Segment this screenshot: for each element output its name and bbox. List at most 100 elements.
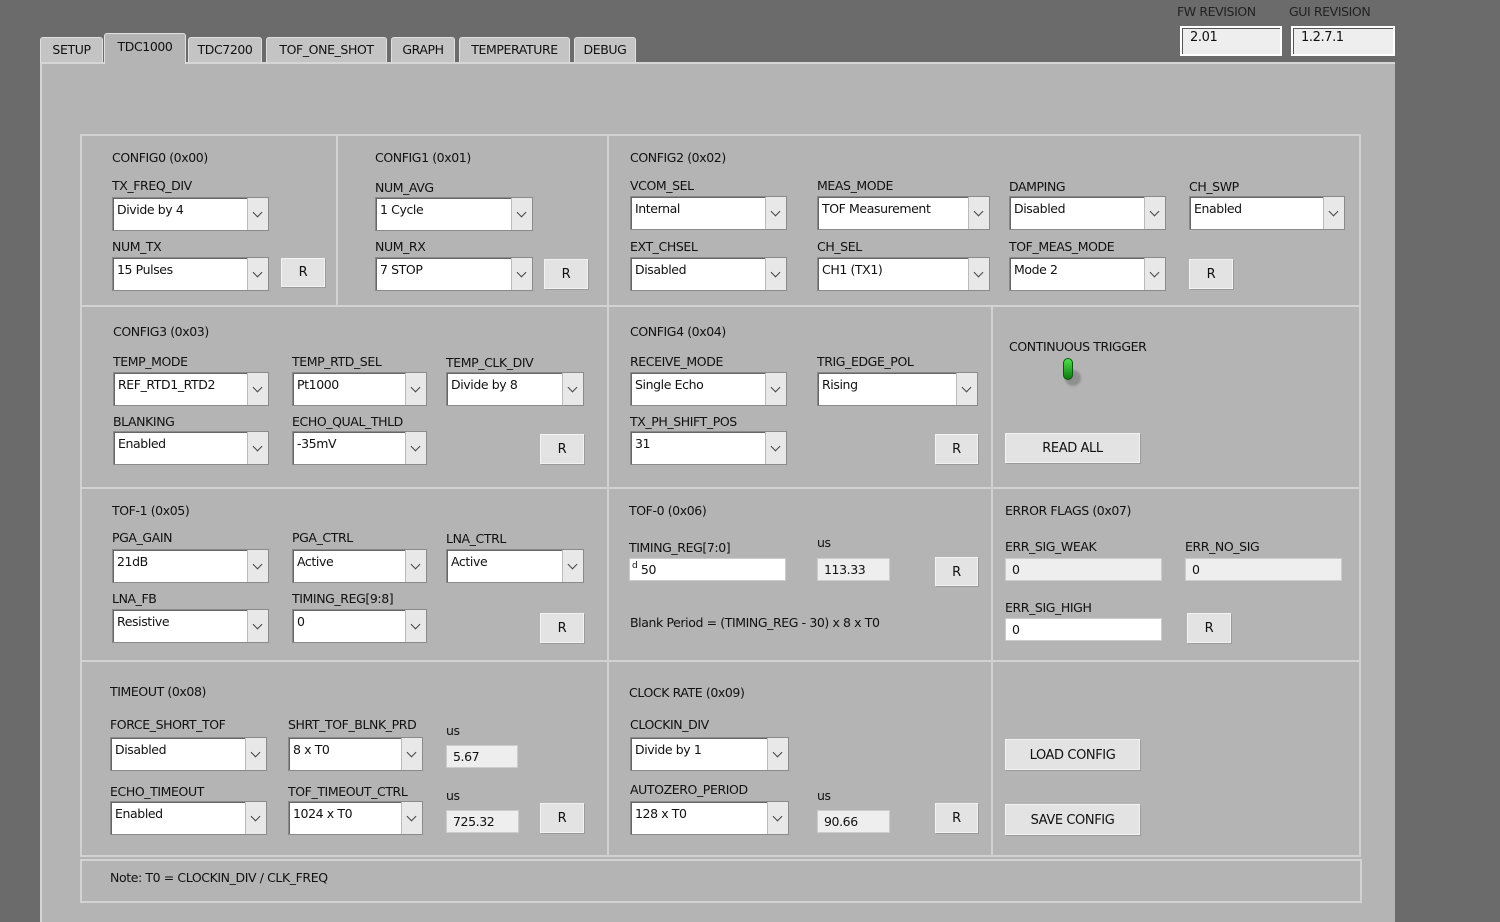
shrt-tof-blnk-prd-dropdown[interactable]: 8 x T0 bbox=[288, 737, 423, 771]
chevron-down-icon[interactable] bbox=[247, 550, 269, 582]
config1-read-button[interactable]: R bbox=[544, 259, 588, 289]
clockin-div-dropdown[interactable]: Divide by 1 bbox=[630, 737, 789, 771]
chevron-down-icon[interactable] bbox=[245, 738, 267, 770]
radix-indicator[interactable]: d bbox=[632, 561, 638, 571]
shrt-tof-blnk-prd-value: 8 x T0 bbox=[293, 742, 330, 757]
tab-temperature[interactable]: TEMPERATURE bbox=[459, 37, 570, 63]
damping-dropdown[interactable]: Disabled bbox=[1009, 196, 1166, 230]
timing-reg-lo-label: TIMING_REG[7:0] bbox=[629, 540, 731, 555]
chevron-down-icon[interactable] bbox=[1144, 258, 1166, 290]
blanking-dropdown[interactable]: Enabled bbox=[113, 431, 269, 465]
clock-read-button[interactable]: R bbox=[935, 803, 978, 833]
chevron-down-icon[interactable] bbox=[765, 373, 787, 405]
chevron-down-icon[interactable] bbox=[765, 432, 787, 464]
echo-qual-thld-label: ECHO_QUAL_THLD bbox=[292, 414, 403, 429]
tab-debug[interactable]: DEBUG bbox=[574, 37, 636, 63]
read-all-button[interactable]: READ ALL bbox=[1005, 433, 1140, 463]
config3-read-button[interactable]: R bbox=[540, 434, 584, 464]
echo-timeout-dropdown[interactable]: Enabled bbox=[110, 801, 267, 835]
timeout-read-button[interactable]: R bbox=[540, 803, 584, 833]
chevron-down-icon[interactable] bbox=[968, 258, 990, 290]
chevron-down-icon[interactable] bbox=[765, 197, 787, 229]
num-avg-label: NUM_AVG bbox=[375, 180, 434, 195]
lna-fb-value: Resistive bbox=[117, 614, 170, 629]
tof0-read-button[interactable]: R bbox=[935, 557, 978, 586]
lna-ctrl-dropdown[interactable]: Active bbox=[446, 549, 584, 583]
damping-label: DAMPING bbox=[1009, 179, 1066, 194]
chevron-down-icon[interactable] bbox=[247, 373, 269, 405]
autozero-period-dropdown[interactable]: 128 x T0 bbox=[630, 801, 789, 835]
echo-qual-thld-dropdown[interactable]: -35mV bbox=[292, 431, 427, 465]
tab-tof-one-shot[interactable]: TOF_ONE_SHOT bbox=[266, 37, 387, 63]
chevron-down-icon[interactable] bbox=[767, 802, 789, 834]
load-config-button[interactable]: LOAD CONFIG bbox=[1005, 739, 1140, 770]
timing-reg-lo-input[interactable]: d 50 bbox=[629, 558, 786, 581]
ch-sel-value: CH1 (TX1) bbox=[822, 262, 883, 277]
chevron-down-icon[interactable] bbox=[956, 373, 978, 405]
chevron-down-icon[interactable] bbox=[401, 802, 423, 834]
tx-freq-div-dropdown[interactable]: Divide by 4 bbox=[112, 197, 269, 231]
ch-swp-label: CH_SWP bbox=[1189, 179, 1239, 194]
chevron-down-icon[interactable] bbox=[245, 802, 267, 834]
pga-ctrl-dropdown[interactable]: Active bbox=[292, 549, 427, 583]
meas-mode-label: MEAS_MODE bbox=[817, 178, 893, 193]
chevron-down-icon[interactable] bbox=[765, 258, 787, 290]
tof1-read-button[interactable]: R bbox=[540, 613, 584, 643]
config2-read-button[interactable]: R bbox=[1189, 259, 1233, 289]
config0-read-button[interactable]: R bbox=[281, 258, 325, 287]
pga-gain-dropdown[interactable]: 21dB bbox=[112, 549, 269, 583]
num-rx-dropdown[interactable]: 7 STOP bbox=[375, 257, 533, 291]
clock-us-value: 90.66 bbox=[817, 810, 890, 833]
save-config-button[interactable]: SAVE CONFIG bbox=[1005, 804, 1140, 835]
chevron-down-icon[interactable] bbox=[1144, 197, 1166, 229]
chevron-down-icon[interactable] bbox=[405, 610, 427, 642]
ch-swp-value: Enabled bbox=[1194, 201, 1242, 216]
chevron-down-icon[interactable] bbox=[405, 550, 427, 582]
vcom-sel-dropdown[interactable]: Internal bbox=[630, 196, 787, 230]
tx-freq-div-value: Divide by 4 bbox=[117, 202, 184, 217]
chevron-down-icon[interactable] bbox=[405, 373, 427, 405]
chevron-down-icon[interactable] bbox=[562, 373, 584, 405]
chevron-down-icon[interactable] bbox=[968, 197, 990, 229]
chevron-down-icon[interactable] bbox=[401, 738, 423, 770]
temp-clk-div-dropdown[interactable]: Divide by 8 bbox=[446, 372, 584, 406]
timing-reg-hi-dropdown[interactable]: 0 bbox=[292, 609, 427, 643]
ext-chsel-label: EXT_CHSEL bbox=[630, 239, 698, 254]
chevron-down-icon[interactable] bbox=[247, 610, 269, 642]
chevron-down-icon[interactable] bbox=[247, 198, 269, 230]
chevron-down-icon[interactable] bbox=[767, 738, 789, 770]
num-avg-dropdown[interactable]: 1 Cycle bbox=[375, 197, 533, 231]
pga-gain-label: PGA_GAIN bbox=[112, 530, 173, 545]
tx-ph-shift-pos-dropdown[interactable]: 31 bbox=[630, 431, 787, 465]
force-short-tof-dropdown[interactable]: Disabled bbox=[110, 737, 267, 771]
receive-mode-dropdown[interactable]: Single Echo bbox=[630, 372, 787, 406]
ext-chsel-dropdown[interactable]: Disabled bbox=[630, 257, 787, 291]
chevron-down-icon[interactable] bbox=[562, 550, 584, 582]
num-tx-dropdown[interactable]: 15 Pulses bbox=[112, 257, 269, 291]
tof-timeout-ctrl-dropdown[interactable]: 1024 x T0 bbox=[288, 801, 423, 835]
tab-setup[interactable]: SETUP bbox=[40, 37, 103, 63]
chevron-down-icon[interactable] bbox=[247, 258, 269, 290]
trig-edge-pol-dropdown[interactable]: Rising bbox=[817, 372, 978, 406]
chevron-down-icon[interactable] bbox=[405, 432, 427, 464]
lna-fb-dropdown[interactable]: Resistive bbox=[112, 609, 269, 643]
lna-ctrl-value: Active bbox=[451, 554, 488, 569]
chevron-down-icon[interactable] bbox=[247, 432, 269, 464]
tab-tdc1000[interactable]: TDC1000 bbox=[104, 33, 186, 64]
meas-mode-dropdown[interactable]: TOF Measurement bbox=[817, 196, 990, 230]
config4-read-button[interactable]: R bbox=[935, 434, 978, 464]
tab-graph[interactable]: GRAPH bbox=[391, 37, 455, 63]
autozero-period-label: AUTOZERO_PERIOD bbox=[630, 782, 748, 797]
temp-mode-dropdown[interactable]: REF_RTD1_RTD2 bbox=[113, 372, 269, 406]
chevron-down-icon[interactable] bbox=[511, 258, 533, 290]
tab-tdc7200[interactable]: TDC7200 bbox=[188, 37, 262, 63]
temp-rtd-sel-dropdown[interactable]: Pt1000 bbox=[292, 372, 427, 406]
chevron-down-icon[interactable] bbox=[511, 198, 533, 230]
continuous-trigger-toggle[interactable] bbox=[1063, 358, 1073, 380]
chevron-down-icon[interactable] bbox=[1323, 197, 1345, 229]
errors-read-button[interactable]: R bbox=[1187, 613, 1231, 643]
tof-meas-mode-dropdown[interactable]: Mode 2 bbox=[1009, 257, 1166, 291]
meas-mode-value: TOF Measurement bbox=[822, 201, 931, 216]
ch-sel-dropdown[interactable]: CH1 (TX1) bbox=[817, 257, 990, 291]
ch-swp-dropdown[interactable]: Enabled bbox=[1189, 196, 1345, 230]
